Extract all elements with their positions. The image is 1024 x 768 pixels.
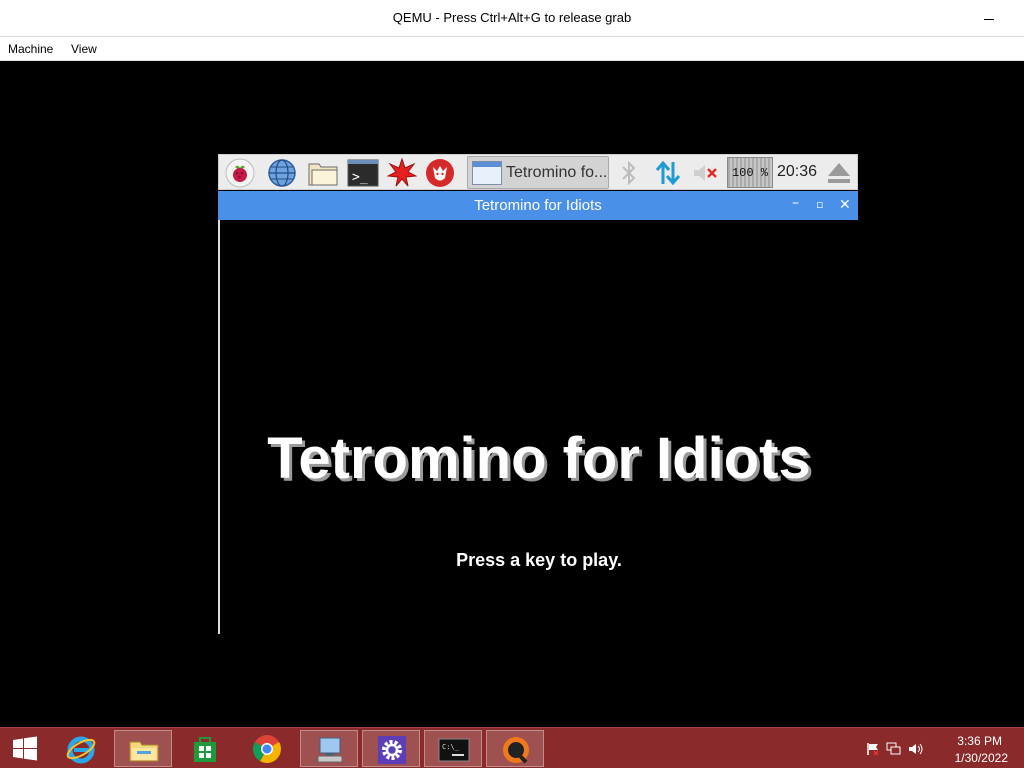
panel-clock[interactable]: 20:36: [777, 163, 817, 181]
volume-muted-icon[interactable]: [691, 158, 721, 188]
eject-icon[interactable]: [825, 158, 855, 188]
system-tray: 3:36 PM 1/30/2022: [854, 728, 1024, 768]
raspberry-menu-icon[interactable]: [225, 158, 255, 188]
bluetooth-icon[interactable]: [617, 158, 647, 188]
game-canvas[interactable]: Tetromino for Idiots Press a key to play…: [218, 220, 858, 634]
tray-date[interactable]: 1/30/2022: [955, 751, 1008, 765]
game-close-button[interactable]: ✕: [839, 197, 851, 213]
action-center-flag-icon[interactable]: [866, 742, 880, 756]
wolfram-icon[interactable]: [425, 158, 455, 188]
network-arrows-icon[interactable]: [653, 158, 683, 188]
qemu-icon[interactable]: [486, 730, 544, 767]
menu-machine[interactable]: Machine: [8, 42, 53, 56]
cpu-usage-label: 100 %: [731, 166, 768, 180]
store-icon[interactable]: [176, 730, 234, 767]
web-browser-icon[interactable]: [267, 158, 297, 188]
game-maximize-button[interactable]: ▫: [816, 198, 823, 211]
svg-text:C:\_: C:\_: [442, 743, 460, 751]
game-heading: Tetromino for Idiots: [267, 426, 811, 491]
file-explorer-icon[interactable]: [114, 730, 172, 767]
host-title-bar: QEMU - Press Ctrl+Alt+G to release grab: [0, 0, 1024, 37]
mathematica-icon[interactable]: [386, 157, 418, 188]
command-prompt-icon[interactable]: C:\_: [424, 730, 482, 767]
network-tray-icon[interactable]: [886, 742, 902, 756]
network-pc-icon[interactable]: [300, 730, 358, 767]
terminal-icon[interactable]: >_: [347, 158, 379, 188]
start-prompt: Press a key to play.: [456, 550, 622, 570]
settings-gear-icon[interactable]: [362, 730, 420, 767]
start-button[interactable]: [0, 730, 50, 767]
chrome-icon[interactable]: [238, 730, 296, 767]
taskbar-window-button[interactable]: Tetromino fo...: [467, 156, 609, 189]
rpi-top-panel: >_ Tetromino fo... 100 % 20:36: [218, 154, 858, 190]
cpu-usage-monitor: 100 %: [727, 157, 773, 188]
game-minimize-button[interactable]: –: [792, 195, 799, 211]
game-window-title: Tetromino for Idiots: [474, 197, 602, 214]
window-icon: [472, 161, 502, 185]
svg-text:>_: >_: [352, 170, 368, 185]
host-menu-bar: Machine View: [0, 37, 1024, 61]
windows-taskbar: C:\_ 3:36 PM 1/30/2022: [0, 727, 1024, 768]
internet-explorer-icon[interactable]: [52, 730, 110, 767]
file-manager-icon[interactable]: [307, 158, 338, 188]
host-window-title: QEMU - Press Ctrl+Alt+G to release grab: [392, 10, 632, 25]
minimize-button[interactable]: [984, 19, 994, 20]
game-window-title-bar[interactable]: Tetromino for Idiots – ▫ ✕: [218, 191, 858, 220]
taskbar-window-label: Tetromino fo...: [506, 164, 606, 181]
tray-time[interactable]: 3:36 PM: [957, 734, 1002, 748]
menu-view[interactable]: View: [71, 42, 97, 56]
volume-tray-icon[interactable]: [908, 742, 924, 756]
